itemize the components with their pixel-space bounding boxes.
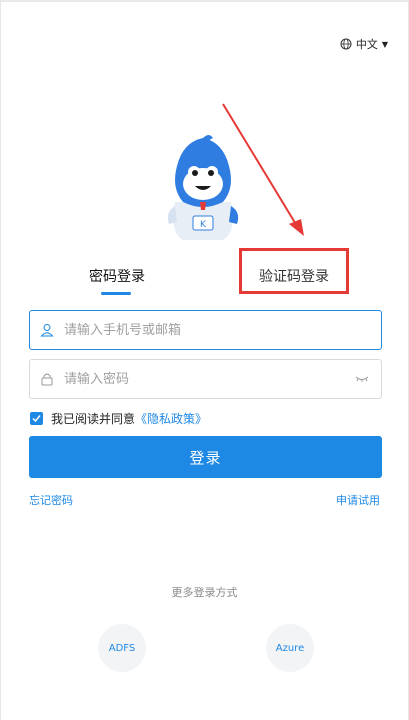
account-field[interactable] — [29, 310, 382, 350]
caret-down-icon: ▼ — [381, 39, 388, 49]
forgot-password-link[interactable]: 忘记密码 — [29, 492, 73, 508]
account-input[interactable] — [62, 321, 326, 339]
adfs-login-button[interactable]: ADFS — [98, 624, 146, 672]
more-login-methods-heading: 更多登录方式 — [171, 586, 238, 599]
mascot-logo: K — [167, 135, 239, 240]
lock-icon — [41, 373, 53, 386]
privacy-agreement: 我已阅读并同意《隐私政策》 — [30, 410, 207, 427]
tab-password-login[interactable]: 密码登录 — [89, 266, 145, 286]
checkmark-icon — [32, 415, 41, 423]
azure-login-button[interactable]: Azure — [266, 624, 314, 672]
eye-closed-icon[interactable] — [355, 374, 369, 384]
login-screen: 中文 ▼ K 密码登录 验证码登录 请输入手机号或邮箱 我已阅读并同意《隐私政策… — [0, 0, 409, 720]
active-tab-indicator — [101, 292, 131, 295]
top-divider — [1, 0, 408, 2]
globe-icon — [340, 38, 352, 50]
password-field[interactable] — [29, 359, 382, 399]
adfs-label: ADFS — [108, 642, 136, 654]
login-button[interactable]: 登录 — [29, 436, 382, 478]
privacy-policy-link[interactable]: 《隐私政策》 — [135, 412, 207, 426]
password-input[interactable] — [62, 370, 326, 388]
language-label: 中文 — [355, 38, 378, 51]
user-icon — [40, 324, 54, 337]
annotation-highlight-box — [239, 248, 349, 294]
agree-checkbox[interactable] — [30, 412, 43, 425]
azure-label: Azure — [275, 642, 305, 654]
language-switcher[interactable]: 中文 ▼ — [340, 36, 388, 52]
apply-trial-link[interactable]: 申请试用 — [336, 492, 380, 508]
agree-text: 我已阅读并同意 — [51, 412, 136, 426]
